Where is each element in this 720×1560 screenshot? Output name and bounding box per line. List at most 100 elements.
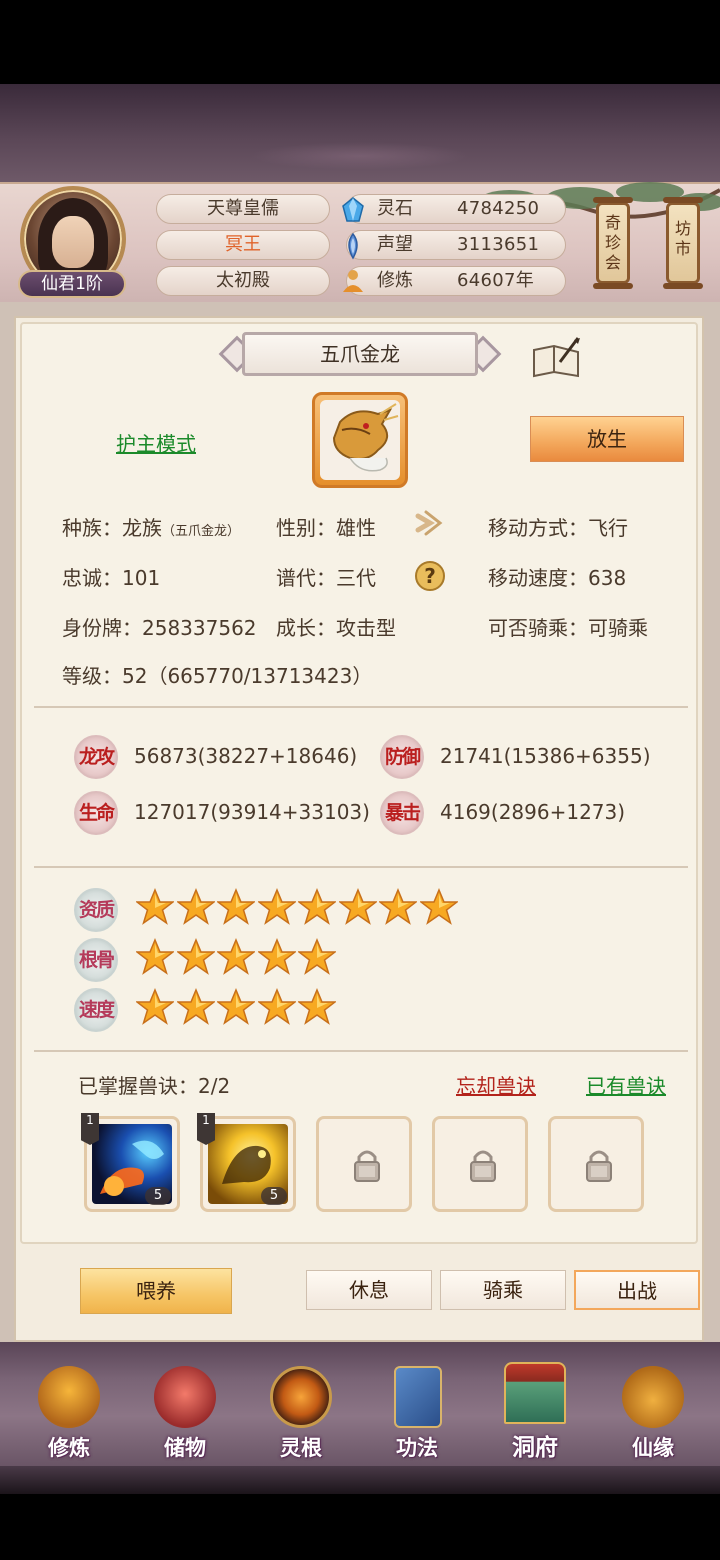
pet-portrait[interactable] [312, 392, 408, 488]
rest-button[interactable]: 休息 [306, 1270, 432, 1310]
star-icon [176, 938, 215, 975]
generation-info: 谱代：三代 [276, 566, 376, 590]
cave-house-icon [504, 1362, 566, 1424]
ride-button[interactable]: 骑乘 [440, 1270, 566, 1310]
star-icon [136, 888, 174, 925]
skill-slot-2[interactable]: 1 5 [197, 1113, 296, 1212]
star-icon [298, 988, 336, 1025]
market-button[interactable]: 坊市 [663, 197, 703, 289]
skill-count: 5 [261, 1187, 287, 1205]
owned-skills-link[interactable]: 已有兽诀 [586, 1070, 666, 1099]
nav-label: 功法 [396, 1436, 438, 1460]
stat-badge-hp: 生命 [74, 791, 118, 835]
star-icon [257, 938, 296, 975]
skill-slot-3-locked[interactable] [316, 1116, 412, 1212]
storage-bag-icon [154, 1366, 216, 1428]
move-mode-info: 移动方式：飞行 [488, 516, 628, 540]
skill-count: 5 [145, 1187, 171, 1205]
release-button[interactable]: 放生 [530, 416, 684, 462]
star-icon [257, 888, 296, 925]
star-icon [298, 938, 336, 975]
forget-skill-link[interactable]: 忘却兽诀 [456, 1070, 536, 1099]
skill-level-tag: 1 [81, 1113, 99, 1145]
star-icon [217, 888, 255, 925]
star-icon [298, 888, 336, 925]
nav-label: 修炼 [48, 1436, 90, 1460]
resource-cultivation: 修炼 64607年 [343, 266, 566, 296]
rideable-info: 可否骑乘：可骑乘 [488, 616, 648, 640]
gender-switch-arrow-icon[interactable] [412, 508, 446, 538]
resource-label: 修炼 [377, 270, 413, 291]
race-info: 种族：龙族（五爪金龙） [62, 512, 240, 541]
nav-cultivate[interactable]: 修炼 [24, 1360, 114, 1470]
divider [34, 1050, 688, 1052]
rank-badge: 仙君1阶 [18, 270, 126, 298]
scroll-label: 奇珍会 [604, 213, 621, 272]
star-icon [338, 888, 377, 925]
spirit-root-icon [270, 1366, 332, 1428]
star-icon [419, 888, 458, 925]
stat-value-crit: 4169(2896+1273) [440, 800, 626, 824]
star-icon [257, 988, 296, 1025]
nav-technique[interactable]: 功法 [372, 1360, 462, 1470]
star-icon [217, 988, 255, 1025]
title-pill-2[interactable]: 冥王 [156, 230, 330, 260]
resource-label: 灵石 [377, 198, 413, 219]
pet-name: 五爪金龙 [242, 332, 478, 376]
skill-slot-5-locked[interactable] [548, 1116, 644, 1212]
stat-value-defense: 21741(15386+6355) [440, 744, 651, 768]
star-icon [136, 938, 174, 975]
lock-icon [354, 1150, 380, 1182]
star-icon [217, 938, 255, 975]
stat-badge-attack: 龙攻 [74, 735, 118, 779]
race-sub: （五爪金龙） [162, 524, 241, 539]
star-icon [176, 888, 215, 925]
battle-button[interactable]: 出战 [574, 1270, 700, 1310]
nav-immortal-fate[interactable]: 仙缘 [608, 1360, 698, 1470]
resource-label: 声望 [377, 234, 413, 255]
resource-value: 4784250 [457, 198, 540, 219]
guard-mode-link[interactable]: 护主模式 [116, 428, 196, 457]
nav-label: 储物 [164, 1436, 206, 1460]
cultivation-icon [343, 270, 363, 292]
loyalty-info: 忠诚：101 [62, 566, 161, 590]
cultivate-icon [38, 1366, 100, 1428]
title-pill-1[interactable]: 天尊皇儒 [156, 194, 330, 224]
nav-cave-house[interactable]: 洞府 [490, 1356, 580, 1466]
resource-spirit-stone: 灵石 4784250 [342, 194, 566, 224]
nav-label: 灵根 [280, 1436, 322, 1460]
move-speed-info: 移动速度：638 [488, 566, 627, 590]
skills-mastered-count: 已掌握兽诀：2/2 [78, 1074, 231, 1098]
resource-value: 64607年 [457, 270, 535, 291]
stat-badge-crit: 暴击 [380, 791, 424, 835]
star-icon [136, 988, 174, 1025]
help-question-icon[interactable]: ? [414, 560, 446, 592]
level-info: 等级：52（665770/13713423） [62, 664, 373, 688]
resource-value: 3113651 [457, 234, 540, 255]
rare-treasure-button[interactable]: 奇珍会 [593, 197, 633, 289]
golden-dragon-icon [332, 403, 399, 472]
star-icon [379, 888, 417, 925]
growth-info: 成长：攻击型 [276, 616, 396, 640]
lock-icon [586, 1150, 612, 1182]
stat-badge-defense: 防御 [380, 735, 424, 779]
spirit-stone-icon [342, 197, 364, 222]
skill-slot-1[interactable]: 1 5 [81, 1113, 180, 1212]
skill-slot-4-locked[interactable] [432, 1116, 528, 1212]
title-pill-3[interactable]: 太初殿 [156, 266, 330, 296]
scroll-label: 坊市 [674, 219, 691, 258]
immortal-fate-icon [622, 1366, 684, 1428]
nav-spirit-root[interactable]: 灵根 [256, 1360, 346, 1470]
reputation-icon [348, 232, 358, 260]
quality-badge-aptitude: 资质 [74, 888, 118, 932]
resource-reputation: 声望 3113651 [346, 230, 566, 260]
id-tag-info: 身份牌：258337562 [62, 616, 257, 640]
nav-storage[interactable]: 储物 [140, 1360, 230, 1470]
rename-book-icon[interactable] [530, 336, 582, 380]
gender-info: 性别：雄性 [276, 516, 376, 540]
nav-label: 仙缘 [632, 1436, 674, 1460]
divider [34, 706, 688, 708]
svg-text:?: ? [424, 564, 436, 588]
lock-icon [470, 1150, 496, 1182]
feed-button[interactable]: 喂养 [80, 1268, 232, 1314]
